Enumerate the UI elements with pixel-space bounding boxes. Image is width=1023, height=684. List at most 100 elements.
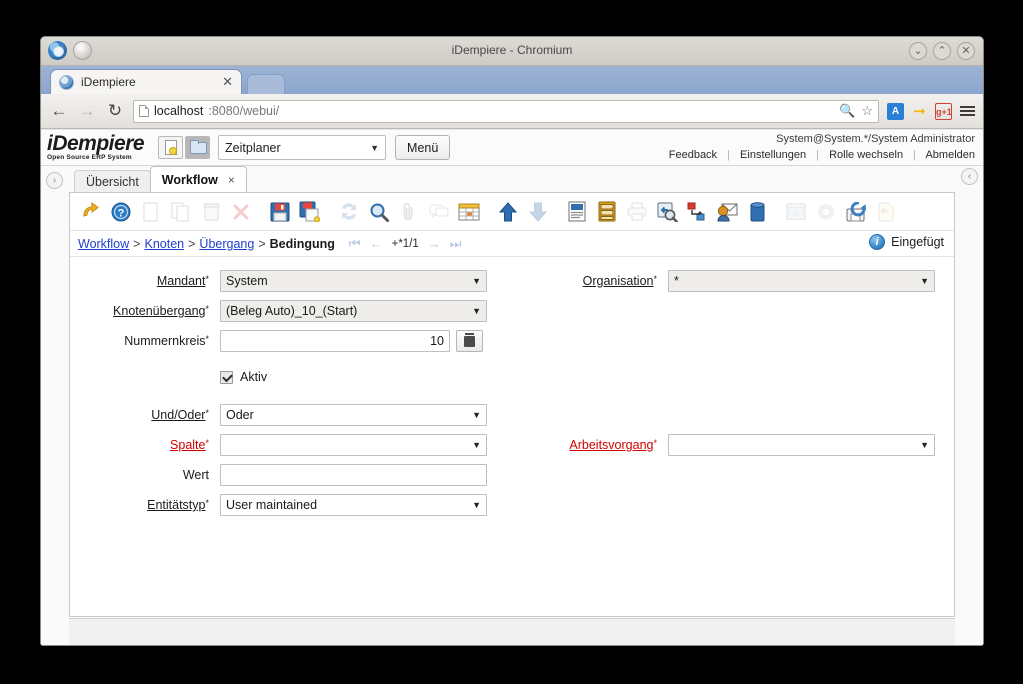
export-button[interactable] bbox=[841, 197, 871, 227]
form-field-organisation: Organisation* * ▼ bbox=[518, 270, 935, 292]
browser-menu-icon[interactable] bbox=[960, 106, 975, 116]
logout-link[interactable]: Abmelden bbox=[925, 149, 975, 161]
open-folder-button[interactable] bbox=[185, 136, 211, 159]
first-record-button[interactable]: ⏮ bbox=[349, 236, 361, 252]
browser-tab[interactable]: iDempiere ✕ bbox=[50, 69, 242, 94]
aktiv-label: Aktiv bbox=[240, 370, 268, 384]
window-title: iDempiere - Chromium bbox=[451, 43, 573, 57]
breadcrumb-link-knoten[interactable]: Knoten bbox=[144, 237, 184, 251]
entitaetstyp-select[interactable]: User maintained ▼ bbox=[220, 494, 487, 516]
zoom-across-button[interactable] bbox=[652, 197, 682, 227]
parent-record-button[interactable] bbox=[493, 197, 523, 227]
breadcrumb-link-uebergang[interactable]: Übergang bbox=[199, 237, 254, 251]
tab-uebersicht[interactable]: Übersicht bbox=[74, 170, 151, 192]
reload-button[interactable]: ↻ bbox=[105, 101, 125, 121]
print-button[interactable] bbox=[622, 197, 652, 227]
customize-button[interactable] bbox=[781, 197, 811, 227]
menu-button[interactable]: Menü bbox=[395, 135, 451, 160]
previous-record-button[interactable]: ← bbox=[370, 236, 383, 251]
record-counter: +*1/1 bbox=[391, 237, 419, 250]
maximize-button[interactable]: ⌃ bbox=[933, 42, 951, 60]
tab-workflow-close-icon[interactable]: × bbox=[228, 173, 235, 187]
minimize-button[interactable]: ⌄ bbox=[909, 42, 927, 60]
expand-left-panel-button[interactable]: › bbox=[46, 172, 63, 189]
preference-button[interactable] bbox=[811, 197, 841, 227]
tab-workflow[interactable]: Workflow × bbox=[149, 166, 247, 192]
request-button[interactable] bbox=[712, 197, 742, 227]
status-badge-label: Eingefügt bbox=[891, 235, 944, 249]
nummernkreis-value: 10 bbox=[430, 334, 444, 348]
star-icon[interactable]: ☆ bbox=[861, 103, 873, 119]
trash-icon bbox=[464, 332, 475, 347]
knotenuebergang-label: Knotenübergang* bbox=[113, 304, 209, 318]
breadcrumb-link-workflow[interactable]: Workflow bbox=[78, 237, 129, 251]
save-button[interactable] bbox=[265, 197, 295, 227]
save-create-button[interactable] bbox=[295, 197, 325, 227]
knotenuebergang-select[interactable]: (Beleg Auto)_10_(Start) ▼ bbox=[220, 300, 487, 322]
app-logo: iDempiere Open Source ERP System bbox=[47, 133, 145, 162]
attachment-button[interactable] bbox=[394, 197, 424, 227]
last-record-button[interactable]: ⏭ bbox=[450, 236, 462, 252]
refresh-button[interactable] bbox=[334, 197, 364, 227]
nummernkreis-control: 10 bbox=[220, 330, 487, 352]
spalte-control: ▼ bbox=[220, 434, 487, 456]
aktiv-checkbox[interactable] bbox=[220, 370, 233, 384]
active-workflow-button[interactable] bbox=[682, 197, 712, 227]
report-button[interactable] bbox=[562, 197, 592, 227]
next-record-button[interactable]: → bbox=[428, 236, 441, 251]
undo-button[interactable] bbox=[76, 197, 106, 227]
form-row-aktiv: Aktiv bbox=[70, 362, 954, 392]
new-tab-button[interactable] bbox=[247, 74, 285, 94]
chat-button[interactable] bbox=[424, 197, 454, 227]
nummernkreis-clear-button[interactable] bbox=[456, 330, 483, 352]
feedback-link[interactable]: Feedback bbox=[669, 149, 717, 161]
mobile-extension-icon[interactable]: ➞ bbox=[911, 103, 928, 120]
breadcrumb-separator-2: > bbox=[188, 236, 196, 251]
new-document-button[interactable] bbox=[158, 136, 184, 159]
arbeitsvorgang-label: Arbeitsvorgang* bbox=[569, 438, 657, 452]
organisation-select[interactable]: * ▼ bbox=[668, 270, 935, 292]
change-role-link[interactable]: Rolle wechseln bbox=[829, 149, 903, 161]
mandant-select[interactable]: System ▼ bbox=[220, 270, 487, 292]
form-field-knotenuebergang: Knotenübergang* (Beleg Auto)_10_(Start) … bbox=[70, 300, 518, 322]
chevron-down-icon: ▼ bbox=[920, 276, 929, 286]
detail-record-button[interactable] bbox=[523, 197, 553, 227]
google-plus-one-extension-icon[interactable]: g+1 bbox=[935, 102, 952, 120]
role-select[interactable]: Zeitplaner ▼ bbox=[218, 135, 387, 160]
product-info-button[interactable] bbox=[742, 197, 772, 227]
zoom-icon[interactable]: 🔍 bbox=[839, 103, 855, 119]
tab-close-icon[interactable]: ✕ bbox=[222, 74, 233, 90]
copy-record-button[interactable] bbox=[166, 197, 196, 227]
form-row-wert: Wert bbox=[70, 460, 954, 490]
und-oder-select[interactable]: Oder ▼ bbox=[220, 404, 487, 426]
grid-toggle-button[interactable] bbox=[454, 197, 484, 227]
back-button[interactable]: ← bbox=[49, 101, 69, 121]
page-info-icon[interactable] bbox=[139, 105, 149, 117]
find-button[interactable] bbox=[364, 197, 394, 227]
folder-icon bbox=[190, 140, 208, 154]
settings-link[interactable]: Einstellungen bbox=[740, 149, 806, 161]
arbeitsvorgang-select[interactable]: ▼ bbox=[668, 434, 935, 456]
organisation-control: * ▼ bbox=[668, 270, 935, 292]
link-separator-1: | bbox=[727, 149, 730, 161]
archive-button[interactable] bbox=[592, 197, 622, 227]
spalte-select[interactable]: ▼ bbox=[220, 434, 487, 456]
translate-extension-icon[interactable]: A bbox=[887, 102, 904, 120]
nummernkreis-input[interactable]: 10 bbox=[220, 330, 450, 352]
close-button[interactable]: ✕ bbox=[957, 42, 975, 60]
help-button[interactable]: ? bbox=[106, 197, 136, 227]
wert-input[interactable] bbox=[220, 464, 487, 486]
window-panel: Übersicht Workflow × ? Workflow > Knoten… bbox=[69, 166, 955, 645]
address-bar[interactable]: localhost:8080/webui/ 🔍 ☆ bbox=[133, 99, 879, 123]
expand-right-panel-button[interactable]: ‹ bbox=[961, 168, 978, 185]
import-button[interactable] bbox=[871, 197, 901, 227]
form-row-entitaetstyp: Entitätstyp* User maintained ▼ bbox=[70, 490, 954, 520]
spalte-label: Spalte* bbox=[170, 438, 209, 452]
delete-selection-button[interactable] bbox=[226, 197, 256, 227]
knotenuebergang-value: (Beleg Auto)_10_(Start) bbox=[226, 304, 358, 318]
form-row-spalte: Spalte* ▼ Arbeitsvorgang* ▼ bbox=[70, 430, 954, 460]
delete-record-button[interactable] bbox=[196, 197, 226, 227]
new-record-button[interactable] bbox=[136, 197, 166, 227]
aktiv-control: Aktiv bbox=[220, 370, 487, 384]
forward-button[interactable]: → bbox=[77, 101, 97, 121]
